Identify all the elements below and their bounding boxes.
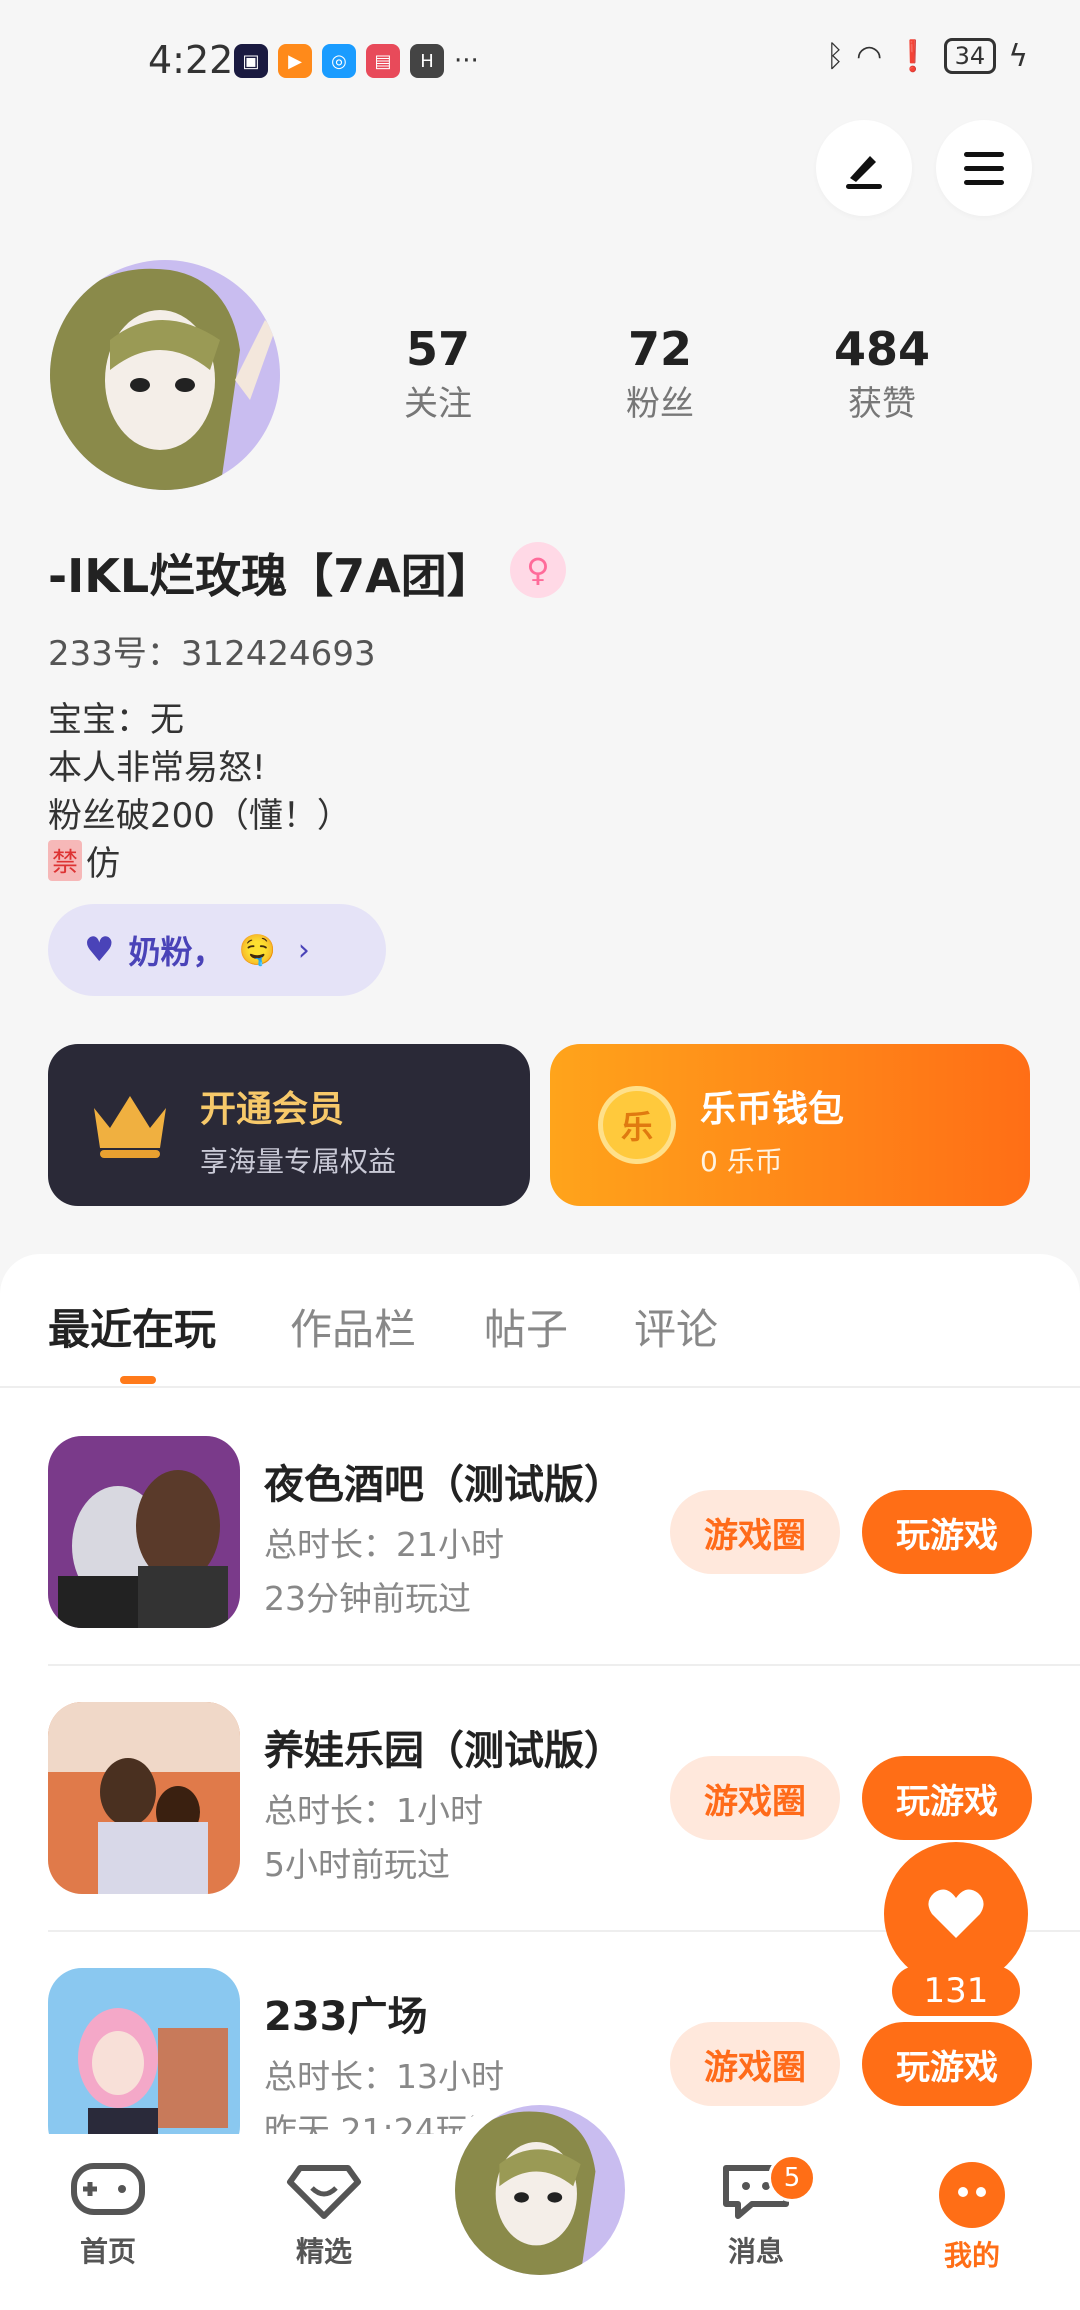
game-thumbnail	[48, 1436, 240, 1628]
row-divider	[48, 1664, 1080, 1666]
following-count: 57	[405, 322, 470, 376]
charging-icon: ϟ	[1008, 38, 1028, 74]
gamepad-icon	[71, 2163, 145, 2215]
like-button[interactable]	[884, 1842, 1028, 1986]
avatar-image	[50, 260, 280, 490]
fans-label: 粉丝	[626, 384, 694, 424]
forbidden-emoji-icon: 禁	[48, 840, 83, 881]
play-game-button[interactable]: 玩游戏	[862, 1756, 1032, 1840]
alert-icon: ❗	[894, 38, 932, 74]
bio-line: 禁 仿	[48, 836, 120, 885]
battery-indicator: 34	[943, 38, 997, 74]
wallet-title: 乐币钱包	[700, 1089, 845, 1130]
pen-icon	[846, 156, 882, 189]
tab-comments[interactable]: 评论	[634, 1296, 718, 1357]
game-duration: 总时长：13小时	[264, 2057, 504, 2096]
game-icon-kids[interactable]	[48, 1702, 240, 1894]
bluetooth-icon: ᛒ	[826, 38, 845, 74]
game-circle-button[interactable]: 游戏圈	[670, 2022, 840, 2106]
game-title: 夜色酒吧（测试版）	[264, 1462, 624, 1508]
likes-label: 获赞	[848, 384, 916, 424]
like-count: 131	[892, 1966, 1020, 2016]
tab-works[interactable]: 作品栏	[290, 1296, 416, 1357]
game-last-played: 5小时前玩过	[264, 1845, 450, 1884]
female-gender-icon: ♀	[510, 542, 566, 598]
nav-mine-label: 我的	[943, 2239, 1000, 2272]
book-app-icon: ▤	[366, 44, 400, 78]
status-indicators: ᛒ ◠ ❗ 34 ϟ	[826, 38, 1028, 74]
vip-title: 开通会员	[200, 1089, 345, 1130]
more-notifications-icon: ···	[454, 46, 479, 76]
following-label: 关注	[404, 384, 472, 424]
stat-following[interactable]: 57 关注	[338, 322, 538, 425]
bio-line: 宝宝：无	[48, 700, 184, 740]
coin-icon: 乐	[598, 1086, 676, 1164]
tab-divider	[0, 1386, 1080, 1388]
vip-card[interactable]: 开通会员 享海量专属权益	[48, 1044, 530, 1206]
nav-avatar-button[interactable]	[440, 2090, 640, 2290]
game-icon-bar[interactable]	[48, 1436, 240, 1628]
gallery-app-icon: ▣	[234, 44, 268, 78]
menu-button[interactable]	[936, 120, 1032, 216]
nav-mine[interactable]: 我的	[912, 2160, 1032, 2274]
huawei-app-icon: H	[410, 44, 444, 78]
messages-badge: 5	[768, 2154, 816, 2202]
game-thumbnail	[48, 1968, 240, 2160]
video-app-icon: ▶	[278, 44, 312, 78]
username: -IKL烂玫瑰【7A团】	[48, 549, 493, 603]
profile-avatar[interactable]	[50, 260, 280, 490]
game-last-played: 23分钟前玩过	[264, 1579, 471, 1618]
stat-likes[interactable]: 484 获赞	[782, 322, 982, 425]
drool-face-icon: 🤤	[238, 932, 276, 968]
game-circle-button[interactable]: 游戏圈	[670, 1756, 840, 1840]
active-tab-indicator	[120, 1376, 156, 1384]
crown-icon	[94, 1096, 166, 1158]
fans-count: 72	[627, 322, 692, 376]
wifi-icon: ◠	[856, 38, 883, 74]
game-thumbnail	[48, 1702, 240, 1894]
tab-recent[interactable]: 最近在玩	[48, 1296, 216, 1357]
play-game-button[interactable]: 玩游戏	[862, 1490, 1032, 1574]
likes-count: 484	[833, 322, 931, 376]
search-app-icon: ◎	[322, 44, 356, 78]
play-game-button[interactable]: 玩游戏	[862, 2022, 1032, 2106]
nav-messages-label: 消息	[727, 2235, 784, 2268]
game-title: 233广场	[264, 1994, 428, 2040]
chevron-right-icon: ›	[297, 932, 310, 968]
bio-line: 粉丝破200（懂！）	[48, 796, 351, 836]
avatar-image	[455, 2105, 625, 2275]
edit-profile-button[interactable]	[816, 120, 912, 216]
bio-line: 本人非常易怒!	[48, 748, 266, 788]
status-time: 4:22	[148, 38, 234, 82]
tab-posts[interactable]: 帖子	[484, 1296, 568, 1357]
game-icon-plaza[interactable]	[48, 1968, 240, 2160]
game-duration: 总时长：1小时	[264, 1791, 483, 1830]
user-id[interactable]: 233号：312424693	[48, 626, 376, 675]
fan-group-pill[interactable]: ♥ 奶粉， 🤤 ›	[48, 904, 386, 996]
status-app-icons: ▣ ▶ ◎ ▤ H ···	[234, 44, 479, 78]
wallet-card[interactable]: 乐 乐币钱包 0 乐币	[550, 1044, 1030, 1206]
fan-group-label: 奶粉，	[128, 933, 225, 971]
nav-home[interactable]: 首页	[48, 2160, 168, 2270]
game-title: 养娃乐园（测试版）	[264, 1728, 624, 1774]
game-duration: 总时长：21小时	[264, 1525, 504, 1564]
heart-icon: ♥	[84, 930, 115, 970]
menu-icon	[964, 152, 1004, 185]
nav-featured[interactable]: 精选	[264, 2160, 384, 2270]
bio-line-text: 仿	[86, 844, 121, 884]
game-circle-button[interactable]: 游戏圈	[670, 1490, 840, 1574]
vip-subtitle: 享海量专属权益	[200, 1145, 397, 1178]
diamond-icon	[287, 2165, 361, 2219]
stat-fans[interactable]: 72 粉丝	[560, 322, 760, 425]
mine-face-icon	[939, 2162, 1005, 2228]
heart-icon	[928, 1889, 984, 1938]
wallet-balance: 0 乐币	[700, 1145, 783, 1178]
nav-home-label: 首页	[79, 2235, 136, 2268]
nav-featured-label: 精选	[295, 2235, 352, 2268]
